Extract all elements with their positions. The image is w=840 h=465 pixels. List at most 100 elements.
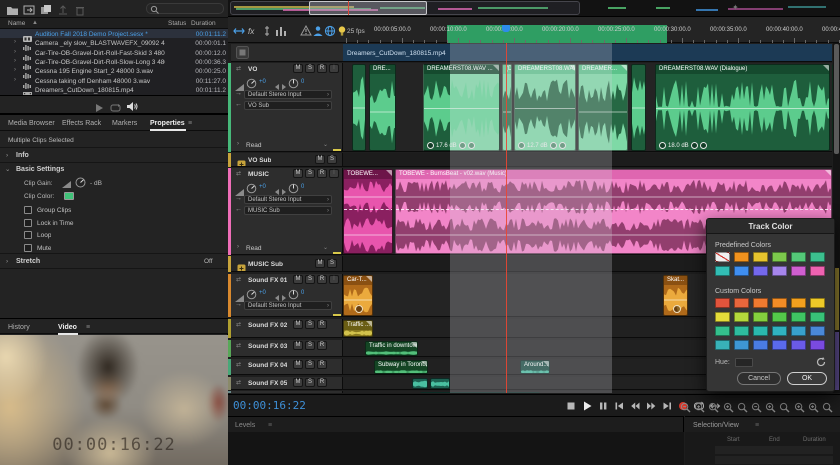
color-swatch[interactable] [810, 326, 825, 336]
tab-media-browser[interactable]: Media Browser [8, 119, 55, 128]
track-header-music-sub[interactable]: MUSIC SubMS [231, 256, 343, 272]
color-swatch[interactable] [734, 252, 749, 262]
fade-handle-icon[interactable] [621, 65, 627, 71]
reset-icon[interactable] [815, 356, 827, 368]
track-s-button[interactable]: S [327, 259, 337, 268]
color-swatch[interactable] [715, 298, 730, 308]
loop-icon[interactable] [110, 100, 121, 110]
track-header-sound-fx-03[interactable]: ⇄Sound FX 03MSR [231, 340, 343, 357]
audio-clip[interactable]: TOBEWE... [343, 169, 393, 254]
track-input-monitor-button[interactable]: I [329, 169, 339, 178]
track-s-button[interactable]: S [305, 64, 315, 73]
pan-knob[interactable] [288, 181, 299, 192]
move-tool-icon[interactable] [233, 24, 245, 36]
track-header-vo-sub[interactable]: VO SubMS [231, 153, 343, 167]
checkbox-mute[interactable] [24, 244, 32, 252]
track-s-button[interactable]: S [305, 378, 315, 387]
pause-button[interactable] [596, 399, 610, 413]
audio-clip[interactable]: Skat... [663, 275, 688, 316]
color-swatch[interactable] [791, 326, 806, 336]
track-m-button[interactable]: M [315, 259, 325, 268]
track-m-button[interactable]: M [293, 275, 303, 284]
volume-knob-icon[interactable] [427, 142, 434, 149]
expander-icon[interactable]: › [14, 66, 16, 75]
fx-knob-icon[interactable] [691, 142, 698, 149]
automation-mode-select[interactable]: Read [246, 244, 262, 253]
color-swatch[interactable] [772, 326, 787, 336]
zoom-reset-button[interactable] [737, 400, 748, 411]
track-header-vo[interactable]: ⇄VOMSRI+00→Default Stereo Input›←VO Sub›… [231, 63, 343, 152]
track-m-button[interactable]: M [293, 320, 303, 329]
section-basic-settings[interactable]: Basic Settings [16, 165, 64, 174]
color-swatch[interactable] [791, 340, 806, 350]
clip-color-swatch[interactable] [64, 192, 74, 200]
playhead-handle[interactable] [502, 25, 510, 32]
expander-icon[interactable]: › [14, 38, 16, 47]
zoom-out-point-button[interactable] [808, 400, 819, 411]
fast-forward-button[interactable] [644, 399, 658, 413]
rewind-button[interactable] [628, 399, 642, 413]
mixer-tool-icon[interactable] [275, 24, 287, 36]
info-expander-icon[interactable]: › [6, 151, 8, 160]
fade-handle-icon[interactable] [366, 276, 372, 282]
lightbulb-icon[interactable] [336, 24, 348, 36]
track-r-button[interactable]: R [317, 360, 327, 369]
color-swatch[interactable] [715, 266, 730, 276]
stretch-expander-icon[interactable]: › [6, 257, 8, 266]
color-swatch[interactable] [791, 266, 806, 276]
file-row[interactable]: ›Cessna taking off Denham 48000 3.wav00:… [0, 76, 228, 85]
color-swatch[interactable] [772, 340, 787, 350]
color-swatch[interactable] [753, 266, 768, 276]
track-m-button[interactable]: M [293, 341, 303, 350]
color-swatch[interactable] [753, 298, 768, 308]
hue-input[interactable] [735, 358, 753, 367]
audio-clip[interactable]: Car-T... [343, 275, 373, 316]
volume-knob[interactable] [246, 76, 257, 87]
audio-clip[interactable]: DRE... [369, 64, 396, 151]
stop-button[interactable] [564, 399, 578, 413]
color-swatch[interactable] [734, 340, 749, 350]
fade-handle-icon[interactable] [825, 170, 831, 176]
zoom-out-full-button[interactable] [680, 400, 691, 411]
play-button[interactable] [580, 399, 594, 413]
user-icon[interactable] [312, 24, 324, 36]
input-routing-select[interactable]: Default Stereo Input› [244, 195, 332, 204]
fade-handle-icon[interactable] [386, 170, 392, 176]
track-s-button[interactable]: S [327, 155, 337, 164]
color-swatch[interactable] [791, 298, 806, 308]
video-track-monitor-icon[interactable] [236, 46, 249, 59]
track-header-sound-fx-06[interactable] [231, 391, 343, 393]
track-r-button[interactable]: R [317, 275, 327, 284]
share-icon[interactable] [57, 3, 70, 15]
expander-icon[interactable]: › [14, 57, 16, 66]
panel-menu-icon[interactable]: ≡ [755, 421, 759, 430]
time-selection-overlay[interactable] [450, 43, 612, 393]
tab-video[interactable]: Video [58, 323, 77, 332]
color-swatch[interactable] [753, 252, 768, 262]
color-swatch[interactable] [810, 340, 825, 350]
section-stretch[interactable]: Stretch [16, 257, 40, 266]
open-file-icon[interactable] [6, 3, 19, 15]
track-s-button[interactable]: S [305, 341, 315, 350]
track-header-sound-fx-02[interactable]: ⇄Sound FX 02MSR [231, 319, 343, 338]
file-row[interactable]: ›Cessna 195 Engine Start_2 48000 3.wav00… [0, 66, 228, 75]
checkbox-lock-in-time[interactable] [24, 219, 32, 227]
track-s-button[interactable]: S [305, 275, 315, 284]
new-item-icon[interactable] [40, 3, 53, 15]
automation-expander-icon[interactable]: › [237, 244, 239, 250]
color-swatch[interactable] [810, 298, 825, 308]
color-swatch[interactable] [791, 252, 806, 262]
color-swatch[interactable] [734, 298, 749, 308]
zoom-in-full-button[interactable] [694, 400, 705, 411]
track-header-sound-fx-05[interactable]: ⇄Sound FX 05MSR [231, 377, 343, 390]
file-row[interactable]: Audition Fall 2018 Demo Project.sesx *00… [0, 29, 228, 38]
track-s-button[interactable]: S [305, 360, 315, 369]
audio-clip[interactable] [352, 64, 366, 151]
track-s-button[interactable]: S [305, 169, 315, 178]
color-swatch[interactable] [715, 326, 730, 336]
audio-clip[interactable] [430, 378, 450, 389]
session-navigator[interactable]: ✦ [228, 0, 840, 17]
fade-handle-icon[interactable] [366, 321, 372, 327]
go-to-start-button[interactable] [612, 399, 626, 413]
panel-menu-icon[interactable]: ≡ [188, 119, 192, 128]
